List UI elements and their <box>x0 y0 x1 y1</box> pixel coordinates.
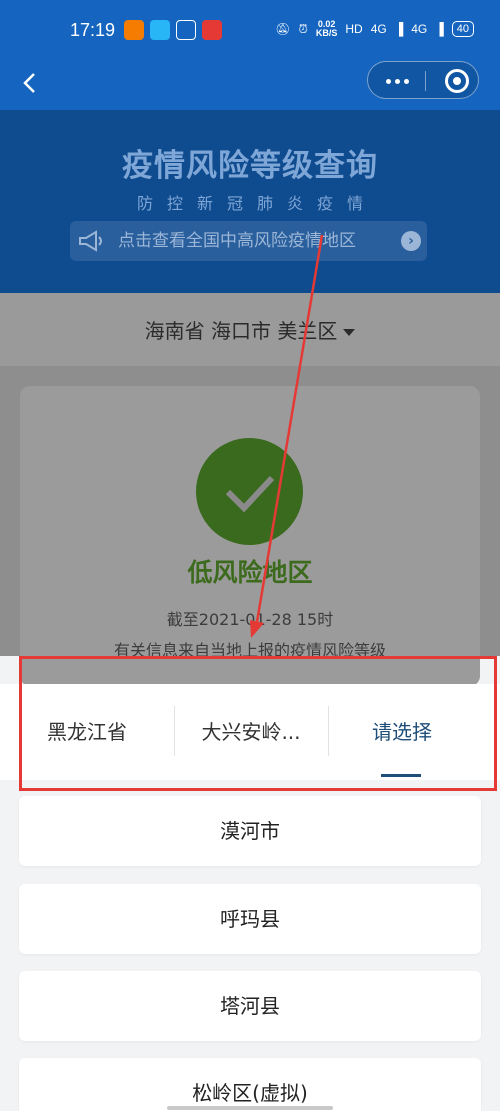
notice-text: 点击查看全国中高风险疫情地区 <box>118 231 356 251</box>
hd-indicator: HD <box>345 22 363 36</box>
nav-bar <box>0 60 500 110</box>
shopping-app-icon <box>124 20 144 40</box>
page-title: 疫情风险等级查询 <box>122 148 378 184</box>
chevron-right-icon: › <box>401 231 421 251</box>
caret-down-icon <box>343 329 356 336</box>
option-item[interactable]: 松岭区(虚拟) <box>19 1058 481 1111</box>
alarm-icon: ⏰︎ <box>298 21 308 36</box>
megaphone-icon <box>79 230 102 252</box>
page-subtitle: 防控新冠肺炎疫情 <box>136 194 377 213</box>
check-circle-icon <box>196 438 303 545</box>
chevron-left-icon <box>23 73 35 93</box>
signal-2-label: 4G <box>411 22 428 36</box>
status-time: 17:19 <box>70 20 116 40</box>
option-item[interactable]: 呼玛县 <box>19 884 481 954</box>
mute-icon: 🔕︎ <box>275 22 291 36</box>
home-indicator <box>167 1106 333 1110</box>
signal-1-icon: ▐ <box>394 22 404 36</box>
screen: 17:19 🔕︎ ⏰︎ 0.02 KB/S HD 4G ▐ 4G ▐ 40 疫情… <box>0 0 500 1111</box>
mini-program-capsule <box>367 61 479 99</box>
travel-app-icon <box>150 20 170 40</box>
network-speed-unit: KB/S <box>315 28 338 38</box>
option-item[interactable]: 塔河县 <box>19 971 481 1041</box>
risk-level: 低风险地区 <box>187 558 313 587</box>
signal-2-icon: ▐ <box>435 22 444 36</box>
wechat-icon <box>176 20 196 40</box>
status-indicators: 🔕︎ ⏰︎ 0.02 KB/S HD 4G ▐ 4G ▐ 40 <box>275 20 474 38</box>
risk-as-of: 截至2021-01-28 15时 <box>166 610 334 629</box>
video-app-icon <box>202 20 222 40</box>
high-risk-notice-link[interactable]: 点击查看全国中高风险疫情地区 › <box>70 221 427 261</box>
back-button[interactable] <box>16 68 46 98</box>
battery-icon: 40 <box>451 21 474 37</box>
network-speed: 0.02 KB/S <box>316 20 338 38</box>
option-item[interactable]: 漠河市 <box>19 796 481 866</box>
close-mini-program-icon[interactable] <box>445 69 469 93</box>
signal-1-label: 4G <box>370 22 387 36</box>
region-selector[interactable]: 海南省 海口市 美兰区 <box>0 293 500 366</box>
annotation-highlight-box <box>19 656 497 791</box>
banner: 疫情风险等级查询 防控新冠肺炎疫情 点击查看全国中高风险疫情地区 › <box>0 110 500 293</box>
more-menu-icon[interactable] <box>386 79 409 84</box>
status-bar: 17:19 🔕︎ ⏰︎ 0.02 KB/S HD 4G ▐ 4G ▐ 40 <box>0 0 500 60</box>
notification-icons <box>124 20 222 40</box>
region-label: 海南省 海口市 美兰区 <box>144 319 338 343</box>
